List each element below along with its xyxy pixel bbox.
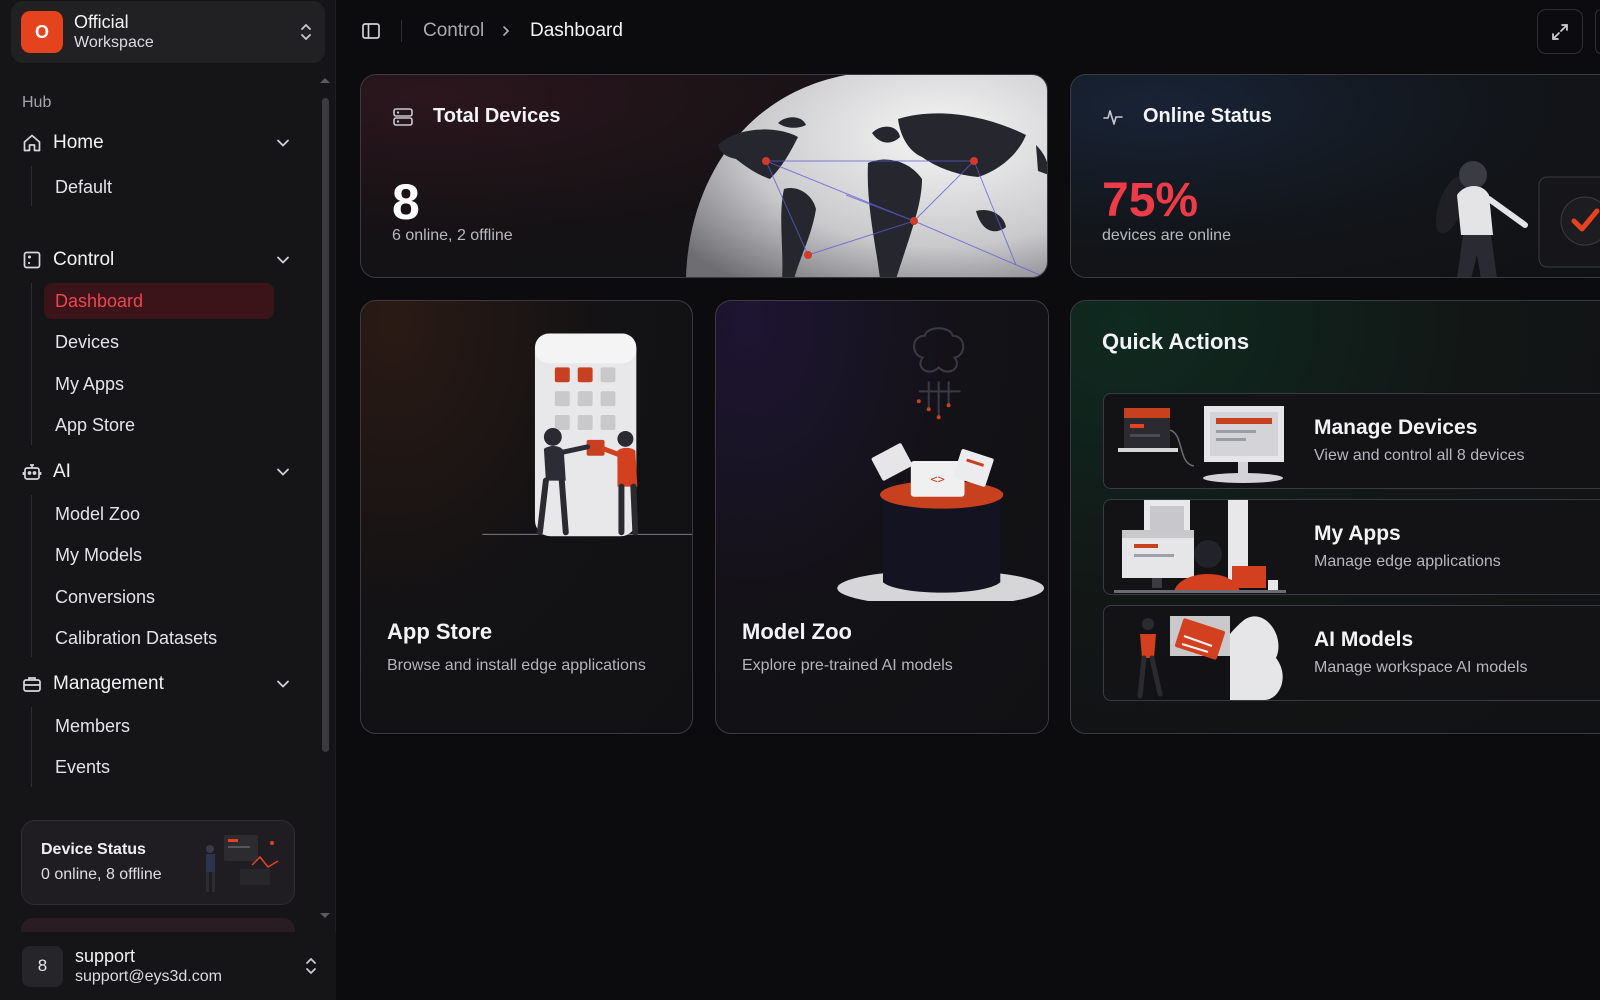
my-apps-illustration (1114, 500, 1286, 593)
user-name: support (75, 945, 136, 966)
app-store-title: App Store (387, 619, 493, 644)
sidebar: O Official Workspace Hub Home Default Co… (0, 0, 336, 1000)
sidebar-scrollbar-thumb[interactable] (322, 98, 329, 752)
breadcrumb-current: Dashboard (530, 20, 623, 41)
header-button-edge[interactable] (1595, 9, 1600, 54)
user-menu[interactable]: 8 support support@eys3d.com (0, 932, 336, 1000)
ai-models-illustration (1137, 616, 1283, 700)
nav-group-label: Home (53, 132, 104, 153)
nav-group-home[interactable]: Home (22, 129, 300, 157)
section-label-hub: Hub (22, 94, 52, 111)
quick-action-title: My Apps (1314, 522, 1401, 545)
chevron-down-icon (277, 680, 289, 688)
user-email: support@eys3d.com (75, 968, 222, 986)
device-status-illustration (206, 835, 279, 892)
robot-icon (22, 464, 42, 480)
sidebar-item-members[interactable]: Members (44, 708, 274, 744)
chevron-down-icon (277, 139, 289, 147)
nav-indent-line (31, 707, 32, 787)
card-title: Online Status (1143, 105, 1272, 127)
sidebar-item-model-zoo[interactable]: Model Zoo (44, 496, 274, 532)
breadcrumb-control[interactable]: Control (423, 20, 484, 42)
manage-devices-illustration (1118, 406, 1284, 483)
home-icon (23, 134, 41, 152)
sidebar-card-peek (21, 918, 295, 932)
online-status-value: 75% (1102, 174, 1199, 227)
device-status-summary: 0 online, 8 offline (41, 866, 162, 883)
sidebar-item-app-store[interactable]: App Store (44, 407, 274, 443)
sidebar-item-devices[interactable]: Devices (44, 324, 274, 360)
nav-indent-line (31, 495, 32, 657)
device-status-card[interactable]: Device Status 0 online, 8 offline (21, 820, 295, 905)
chevron-right-icon (503, 26, 510, 36)
nav-indent-line (31, 283, 32, 445)
scroll-up-arrow-icon[interactable] (319, 76, 331, 84)
quick-action-subtitle: View and control all 8 devices (1314, 447, 1525, 464)
world-map-illustration (686, 75, 1047, 277)
chevron-down-icon (277, 468, 289, 476)
chevron-up-down-icon (306, 958, 316, 974)
online-status-illustration (1435, 161, 1600, 277)
device-status-title: Device Status (41, 841, 146, 858)
sidebar-item-my-models[interactable]: My Models (44, 537, 274, 573)
server-icon (393, 107, 413, 126)
total-devices-subtitle: 6 online, 2 offline (392, 227, 513, 244)
nav-group-label: Control (53, 249, 115, 270)
quick-action-ai-models[interactable]: AI Models Manage workspace AI models (1103, 605, 1600, 701)
model-zoo-subtitle: Explore pre-trained AI models (742, 657, 953, 674)
model-zoo-illustration: <> (837, 327, 1044, 601)
nav-indent-line (31, 166, 32, 206)
app-store-card[interactable]: App Store Browse and install edge applic… (360, 300, 693, 734)
model-zoo-title: Model Zoo (742, 619, 852, 644)
avatar: 8 (22, 945, 63, 987)
quick-actions-card: Quick Actions Manage Devices View and co… (1070, 300, 1600, 734)
fullscreen-button[interactable] (1537, 9, 1583, 54)
nav-group-management[interactable]: Management (22, 670, 300, 698)
chevron-down-icon (277, 256, 289, 264)
sidebar-item-conversions[interactable]: Conversions (44, 579, 274, 615)
quick-action-my-apps[interactable]: My Apps Manage edge applications (1103, 499, 1600, 595)
top-header: Control Dashboard (337, 0, 1600, 64)
header-divider (401, 20, 402, 42)
scroll-down-arrow-icon[interactable] (319, 912, 331, 920)
online-status-card[interactable]: Online Status 75% devices are online (1070, 74, 1600, 278)
workspace-name: Official (74, 11, 129, 32)
app-store-subtitle: Browse and install edge applications (387, 657, 646, 674)
activity-icon (1103, 109, 1123, 125)
nav-group-ai[interactable]: AI (22, 458, 300, 486)
briefcase-icon (23, 677, 41, 692)
quick-action-title: Manage Devices (1314, 416, 1478, 439)
svg-text:<>: <> (930, 472, 944, 486)
quick-actions-title: Quick Actions (1102, 329, 1250, 354)
nav-group-label: Management (53, 673, 164, 694)
quick-action-title: AI Models (1314, 628, 1414, 651)
sidebar-item-dashboard[interactable]: Dashboard (44, 283, 274, 319)
sidebar-item-default[interactable]: Default (44, 169, 274, 205)
total-devices-value: 8 (392, 174, 420, 230)
sidebar-item-events[interactable]: Events (44, 749, 274, 785)
quick-action-subtitle: Manage workspace AI models (1314, 659, 1528, 676)
model-zoo-card[interactable]: <> Model Zoo Explore pre-trained AI mode… (715, 300, 1049, 734)
total-devices-card[interactable]: Total Devices 8 6 online, 2 offline (360, 74, 1048, 278)
expand-icon (1552, 23, 1568, 40)
sidebar-item-calibration-datasets[interactable]: Calibration Datasets (44, 620, 274, 656)
nav-group-control[interactable]: Control (22, 246, 300, 274)
control-panel-icon (23, 251, 41, 269)
app-store-illustration (482, 333, 692, 537)
sidebar-toggle-icon[interactable] (361, 21, 381, 41)
quick-action-manage-devices[interactable]: Manage Devices View and control all 8 de… (1103, 393, 1600, 489)
sidebar-item-my-apps[interactable]: My Apps (44, 366, 274, 402)
card-title: Total Devices (433, 105, 561, 127)
chevron-up-down-icon (301, 24, 311, 40)
workspace-subtitle: Workspace (74, 34, 154, 52)
quick-action-subtitle: Manage edge applications (1314, 553, 1501, 570)
online-status-subtitle: devices are online (1102, 227, 1231, 244)
workspace-switcher[interactable]: O Official Workspace (11, 1, 325, 63)
nav-group-label: AI (53, 461, 71, 482)
workspace-logo: O (21, 11, 63, 53)
